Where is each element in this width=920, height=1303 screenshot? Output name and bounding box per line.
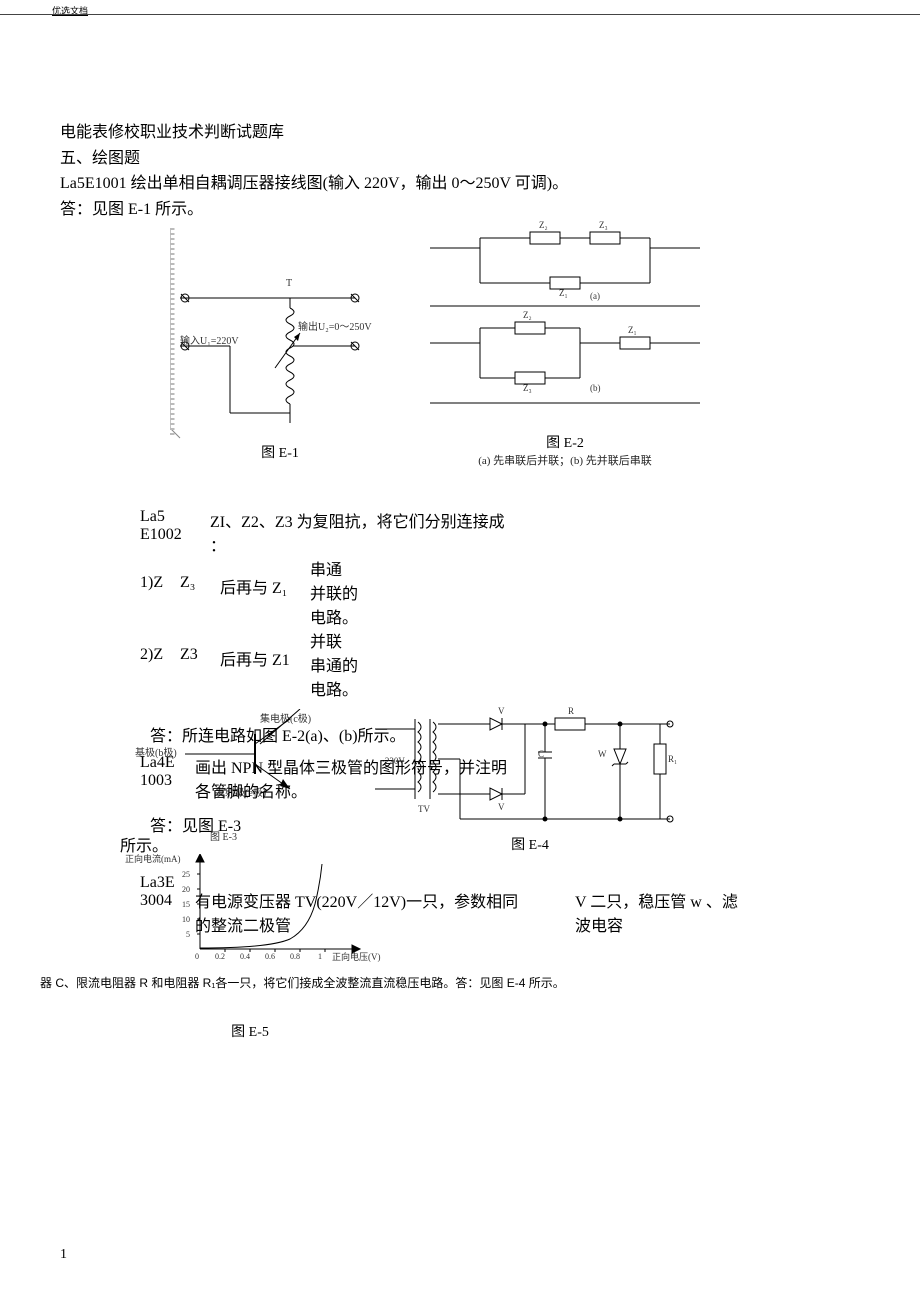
q2-r1d: 串通: [310, 556, 370, 580]
header-tag: 优选文档: [52, 4, 88, 17]
e4-220v: ~220V: [380, 756, 405, 766]
e5-xlabel: 正向电压(V): [332, 950, 381, 963]
q4-tail: 器 C、限流电阻器 R 和电阻器 R₁各一只，将它们接成全波整流直流稳压电路。答…: [40, 974, 860, 991]
a1: 答：见图 E-1 所示。: [60, 197, 860, 223]
e2-z3-b: Z₃: [523, 383, 532, 393]
q2-text-b: ：: [210, 532, 505, 556]
q4-code-a: La3E: [140, 874, 195, 892]
fig-e4-caption: 图 E-4: [480, 834, 580, 854]
e5-x3: 0.6: [265, 952, 275, 961]
q2-r2d: 并联: [310, 628, 370, 652]
e5-x1: 0.2: [215, 952, 225, 961]
q2-r1c: 后再与 Z₁: [220, 574, 310, 598]
figure-e1: T 输入U₁=220V 输出U₂=0～250V 图 E-1: [170, 228, 390, 468]
e4-c: C: [538, 749, 544, 759]
q2-r2c: 后再与 Z1: [220, 646, 310, 670]
fig-e3-caption: 图 E-3: [210, 828, 237, 843]
q2-r1b: Z₃: [180, 574, 220, 592]
e2-z2-b: Z₂: [523, 310, 532, 320]
e2-z3-a: Z₃: [599, 220, 608, 230]
fig-e1-caption: 图 E-1: [170, 442, 390, 462]
fig-e1-output-label: 输出U₂=0～250V: [298, 318, 372, 333]
page-number: 1: [60, 1247, 67, 1263]
fig-e1-input-label: 输入U₁=220V: [180, 332, 239, 347]
e4-v2: V: [498, 802, 505, 812]
q2-text-a: ZI、Z2、Z3 为复阻抗，将它们分别连接成: [210, 508, 505, 532]
e5-x2: 0.4: [240, 952, 250, 961]
e5-x4: 0.8: [290, 952, 300, 961]
e5-x0: 0: [195, 952, 199, 961]
e4-r: R: [568, 706, 574, 716]
q2-r1e: 并联的电路。: [310, 580, 370, 628]
e5-x5: 1: [318, 952, 322, 961]
q1: La5E1001 绘出单相自耦调压器接线图(输入 220V，输出 0～250V …: [60, 171, 860, 197]
e4-tv: TV: [418, 804, 430, 814]
fig-e5-caption: 图 E-5: [160, 1021, 340, 1041]
q2-code-a: La5: [140, 508, 210, 526]
q3-code-a: La4E: [140, 754, 195, 772]
e2-z2-a: Z₂: [539, 220, 548, 230]
q4-right-a: V 二只，稳压管 w 、滤: [575, 888, 805, 912]
e2-a: (a): [590, 291, 600, 301]
figure-e2: Z₂ Z₃ Z₁ (a) Z₂ Z₃ Z₁ (b) 图 E-2 (a) 先串联后…: [420, 228, 710, 468]
q2-r2a: 2)Z: [140, 646, 180, 664]
q2-r2e: 串通的电路。: [310, 652, 370, 700]
title: 电能表修校职业技术判断试题库: [60, 120, 860, 146]
fig-e2-caption: 图 E-2: [420, 432, 710, 452]
e2-z1-a: Z₁: [559, 288, 568, 298]
q2-r1a: 1)Z: [140, 574, 180, 592]
q4-right-b: 波电容: [575, 912, 805, 936]
q4-code-b: 3004: [140, 892, 195, 910]
fig-e1-label-t: T: [286, 278, 292, 289]
q4-mid-b: 的整流二极管: [195, 912, 575, 936]
e2-b: (b): [590, 383, 601, 393]
e5-ylabel: 正向电流(mA): [125, 852, 181, 865]
e4-r1: R₁: [668, 754, 677, 764]
q2-code-b: E1002: [140, 526, 210, 544]
q2-r2b: Z3: [180, 646, 220, 664]
top-rule: [0, 14, 920, 15]
e2-z1-b: Z₁: [628, 325, 637, 335]
e4-w: W: [598, 749, 607, 759]
fig-e2-sub: (a) 先串联后并联；(b) 先并联后串联: [420, 452, 710, 468]
q4-mid-a: 有电源变压器 TV(220V／12V)一只，参数相同: [195, 888, 575, 912]
section-heading: 五、绘图题: [60, 146, 860, 172]
e4-v1: V: [498, 706, 505, 716]
q3-code-b: 1003: [140, 772, 195, 790]
